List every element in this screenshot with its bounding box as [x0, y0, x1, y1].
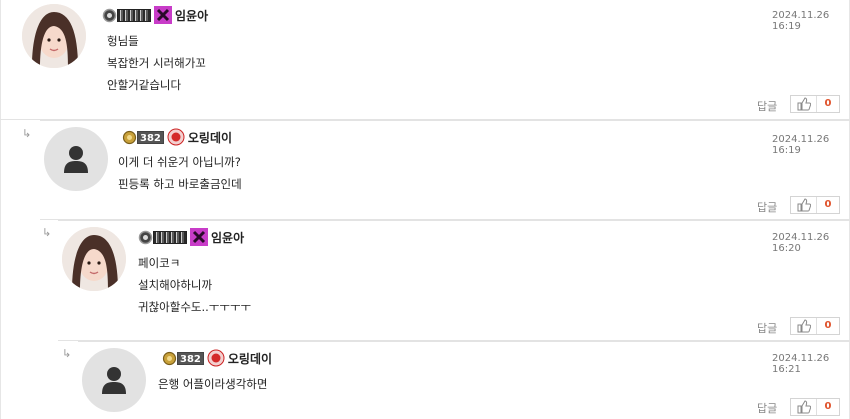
level-number: 382 [177, 351, 204, 365]
comment-line: 이게 더 쉬운거 아닙니까? [118, 155, 241, 169]
comment-meta: . 임윤아 [102, 6, 208, 24]
default-user-icon [64, 146, 88, 173]
user-photo-icon [62, 227, 126, 291]
reply-arrow-icon: ↳ [62, 347, 72, 360]
x-icon [154, 6, 172, 24]
level-badge: 382 [122, 130, 164, 145]
level-badge: 382 [162, 351, 204, 366]
default-user-icon [102, 367, 126, 394]
comment-item: 382 오링데이 2024.11.26 16:21 은행 어플이라생각하면 답글… [78, 341, 850, 419]
reply-button[interactable]: 답글 [757, 199, 777, 215]
comment-meta: 382 오링데이 [162, 349, 272, 367]
thumbs-up-icon [791, 318, 817, 334]
level-badge: . [138, 230, 187, 245]
comment-date: 2024.11.26 16:21 [772, 353, 830, 375]
comment-date: 2024.11.26 16:20 [772, 232, 830, 254]
red-emblem-icon [207, 349, 225, 367]
comment-date: 2024.11.26 16:19 [772, 134, 830, 156]
nickname[interactable]: 오링데이 [228, 350, 272, 367]
avatar[interactable] [62, 227, 126, 291]
like-count: 0 [824, 98, 832, 109]
like-count: 0 [824, 401, 832, 412]
medal-icon [102, 8, 117, 22]
reply-button[interactable]: 답글 [757, 98, 777, 114]
comment-item: 382 오링데이 2024.11.26 16:19 이게 더 쉬운거 아닙니까?… [40, 120, 850, 220]
avatar[interactable] [22, 4, 86, 68]
comment-date: 2024.11.26 16:19 [772, 10, 830, 32]
comment-item: . 임윤아 2024.11.26 16:19 헝님들 복잡한거 시러해가꼬 안할… [0, 0, 850, 120]
comment-line: 헝님들 [107, 34, 139, 48]
comment-meta: 382 오링데이 [122, 128, 232, 146]
like-count: 0 [824, 199, 832, 210]
level-badge: . [102, 8, 151, 23]
x-icon [190, 228, 208, 246]
comment-line: 복잡한거 시러해가꼬 [107, 56, 206, 70]
reply-arrow-icon: ↳ [42, 226, 52, 239]
comment-item: . 임윤아 2024.11.26 16:20 페이코ㅋ 설치해야하니까 귀찮아할… [58, 220, 850, 341]
comment-line: 은행 어플이라생각하면 [158, 377, 268, 391]
reply-button[interactable]: 답글 [757, 320, 777, 336]
comment-body: 이게 더 쉬운거 아닙니까? 핀등록 하고 바로출금인데 [118, 151, 242, 195]
level-striped-box: . [117, 8, 151, 22]
comment-body: 헝님들 복잡한거 시러해가꼬 안할거같습니다 [107, 30, 206, 96]
medal-icon [162, 351, 177, 365]
like-button[interactable]: 0 [790, 317, 840, 335]
avatar[interactable] [82, 348, 146, 412]
comment-line: 핀등록 하고 바로출금인데 [118, 177, 242, 191]
thumbs-up-icon [791, 197, 817, 213]
like-button[interactable]: 0 [790, 196, 840, 214]
level-striped-box: . [153, 230, 187, 244]
medal-icon [122, 130, 137, 144]
nickname[interactable]: 임윤아 [175, 7, 208, 24]
comment-line: 안할거같습니다 [107, 78, 182, 92]
comment-line: 페이코ㅋ [138, 256, 181, 270]
nickname[interactable]: 오링데이 [188, 129, 232, 146]
like-count: 0 [824, 320, 832, 331]
red-emblem-icon [167, 128, 185, 146]
comment-body: 은행 어플이라생각하면 [158, 373, 267, 395]
like-button[interactable]: 0 [790, 398, 840, 416]
comment-line: 귀찮아할수도..ㅜㅜㅜㅜ [138, 300, 252, 314]
nickname[interactable]: 임윤아 [211, 229, 244, 246]
thumbs-up-icon [791, 96, 817, 112]
level-number: 382 [137, 130, 164, 144]
avatar[interactable] [44, 127, 108, 191]
user-photo-icon [22, 4, 86, 68]
reply-arrow-icon: ↳ [22, 127, 32, 140]
comment-meta: . 임윤아 [138, 228, 244, 246]
comment-body: 페이코ㅋ 설치해야하니까 귀찮아할수도..ㅜㅜㅜㅜ [138, 252, 251, 318]
reply-button[interactable]: 답글 [757, 400, 777, 416]
thumbs-up-icon [791, 399, 817, 415]
comment-line: 설치해야하니까 [138, 278, 213, 292]
medal-icon [138, 230, 153, 244]
like-button[interactable]: 0 [790, 95, 840, 113]
